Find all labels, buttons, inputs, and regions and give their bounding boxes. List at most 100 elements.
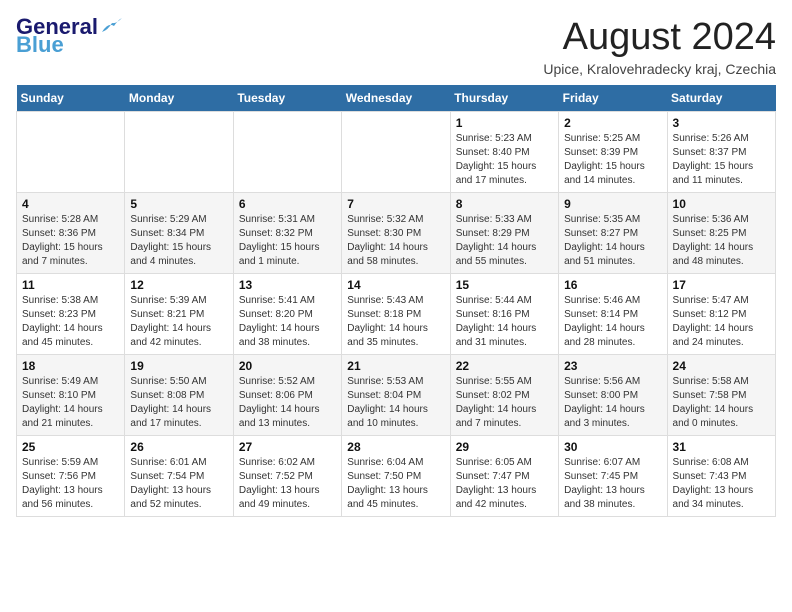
day-number: 28: [347, 440, 444, 454]
calendar-cell: 4Sunrise: 5:28 AMSunset: 8:36 PMDaylight…: [17, 193, 125, 274]
day-number: 17: [673, 278, 770, 292]
day-info: Sunrise: 5:52 AMSunset: 8:06 PMDaylight:…: [239, 375, 336, 431]
calendar-cell: 12Sunrise: 5:39 AMSunset: 8:21 PMDayligh…: [125, 274, 233, 355]
day-number: 13: [239, 278, 336, 292]
calendar-week-row: 1 Sunrise: 5:23 AMSunset: 8:40 PMDaylight…: [17, 112, 776, 193]
day-info: Sunrise: 5:56 AMSunset: 8:00 PMDaylight:…: [564, 375, 661, 431]
calendar-week-row: 11Sunrise: 5:38 AMSunset: 8:23 PMDayligh…: [17, 274, 776, 355]
day-info: Sunrise: 5:59 AMSunset: 7:56 PMDaylight:…: [22, 456, 119, 512]
page-header: General Blue August 2024 Upice, Kraloveh…: [16, 16, 776, 77]
calendar-cell: 7 Sunrise: 5:32 AMSunset: 8:30 PMDaylight…: [342, 193, 450, 274]
day-number: 22: [456, 359, 553, 373]
weekday-header-sunday: Sunday: [17, 85, 125, 112]
calendar-cell: [125, 112, 233, 193]
calendar-cell: 8 Sunrise: 5:33 AMSunset: 8:29 PMDaylight…: [450, 193, 558, 274]
day-number: 1: [456, 116, 553, 130]
day-number: 29: [456, 440, 553, 454]
day-number: 5: [130, 197, 227, 211]
calendar-cell: 3Sunrise: 5:26 AMSunset: 8:37 PMDaylight…: [667, 112, 775, 193]
logo-bird-icon: [100, 18, 122, 36]
day-number: 8: [456, 197, 553, 211]
day-number: 31: [673, 440, 770, 454]
calendar-cell: 22 Sunrise: 5:55 AMSunset: 8:02 PMDayligh…: [450, 355, 558, 436]
calendar-week-row: 18 Sunrise: 5:49 AMSunset: 8:10 PMDayligh…: [17, 355, 776, 436]
day-number: 9: [564, 197, 661, 211]
day-info: Sunrise: 5:53 AMSunset: 8:04 PMDaylight:…: [347, 375, 444, 431]
day-number: 19: [130, 359, 227, 373]
day-info: Sunrise: 5:50 AMSunset: 8:08 PMDaylight:…: [130, 375, 227, 431]
day-info: Sunrise: 5:28 AMSunset: 8:36 PMDaylight:…: [22, 213, 119, 269]
calendar-cell: 9 Sunrise: 5:35 AMSunset: 8:27 PMDaylight…: [559, 193, 667, 274]
day-number: 2: [564, 116, 661, 130]
day-number: 10: [673, 197, 770, 211]
calendar-week-row: 4Sunrise: 5:28 AMSunset: 8:36 PMDaylight…: [17, 193, 776, 274]
calendar-cell: 29 Sunrise: 6:05 AMSunset: 7:47 PMDayligh…: [450, 436, 558, 517]
day-info: Sunrise: 5:55 AMSunset: 8:02 PMDaylight:…: [456, 375, 553, 431]
day-info: Sunrise: 6:01 AMSunset: 7:54 PMDaylight:…: [130, 456, 227, 512]
calendar-week-row: 25 Sunrise: 5:59 AMSunset: 7:56 PMDayligh…: [17, 436, 776, 517]
day-number: 7: [347, 197, 444, 211]
day-info: Sunrise: 5:58 AMSunset: 7:58 PMDaylight:…: [673, 375, 770, 431]
day-info: Sunrise: 6:07 AMSunset: 7:45 PMDaylight:…: [564, 456, 661, 512]
logo: General Blue: [16, 16, 122, 56]
calendar-cell: [233, 112, 341, 193]
weekday-header-thursday: Thursday: [450, 85, 558, 112]
day-number: 12: [130, 278, 227, 292]
calendar-cell: 14 Sunrise: 5:43 AMSunset: 8:18 PMDayligh…: [342, 274, 450, 355]
weekday-header-tuesday: Tuesday: [233, 85, 341, 112]
weekday-header-monday: Monday: [125, 85, 233, 112]
day-number: 20: [239, 359, 336, 373]
day-info: Sunrise: 5:46 AMSunset: 8:14 PMDaylight:…: [564, 294, 661, 350]
calendar-cell: 13Sunrise: 5:41 AMSunset: 8:20 PMDayligh…: [233, 274, 341, 355]
day-info: Sunrise: 5:47 AMSunset: 8:12 PMDaylight:…: [673, 294, 770, 350]
weekday-header-wednesday: Wednesday: [342, 85, 450, 112]
day-info: Sunrise: 5:25 AMSunset: 8:39 PMDaylight:…: [564, 132, 661, 188]
day-number: 21: [347, 359, 444, 373]
calendar-cell: 2 Sunrise: 5:25 AMSunset: 8:39 PMDaylight…: [559, 112, 667, 193]
logo-text-blue: Blue: [16, 34, 64, 56]
day-info: Sunrise: 5:31 AMSunset: 8:32 PMDaylight:…: [239, 213, 336, 269]
calendar-cell: 16 Sunrise: 5:46 AMSunset: 8:14 PMDayligh…: [559, 274, 667, 355]
day-number: 26: [130, 440, 227, 454]
day-number: 30: [564, 440, 661, 454]
calendar-cell: 31 Sunrise: 6:08 AMSunset: 7:43 PMDayligh…: [667, 436, 775, 517]
day-number: 14: [347, 278, 444, 292]
day-number: 16: [564, 278, 661, 292]
day-info: Sunrise: 5:23 AMSunset: 8:40 PMDaylight:…: [456, 132, 553, 188]
calendar-cell: 23 Sunrise: 5:56 AMSunset: 8:00 PMDayligh…: [559, 355, 667, 436]
calendar-cell: 18 Sunrise: 5:49 AMSunset: 8:10 PMDayligh…: [17, 355, 125, 436]
calendar-table: SundayMondayTuesdayWednesdayThursdayFrid…: [16, 85, 776, 517]
weekday-header-row: SundayMondayTuesdayWednesdayThursdayFrid…: [17, 85, 776, 112]
calendar-cell: 6Sunrise: 5:31 AMSunset: 8:32 PMDaylight…: [233, 193, 341, 274]
day-info: Sunrise: 5:26 AMSunset: 8:37 PMDaylight:…: [673, 132, 770, 188]
calendar-cell: 28Sunrise: 6:04 AMSunset: 7:50 PMDayligh…: [342, 436, 450, 517]
day-info: Sunrise: 5:29 AMSunset: 8:34 PMDaylight:…: [130, 213, 227, 269]
weekday-header-saturday: Saturday: [667, 85, 775, 112]
day-info: Sunrise: 5:36 AMSunset: 8:25 PMDaylight:…: [673, 213, 770, 269]
day-number: 27: [239, 440, 336, 454]
day-info: Sunrise: 6:08 AMSunset: 7:43 PMDaylight:…: [673, 456, 770, 512]
calendar-cell: 30 Sunrise: 6:07 AMSunset: 7:45 PMDayligh…: [559, 436, 667, 517]
calendar-cell: 20 Sunrise: 5:52 AMSunset: 8:06 PMDayligh…: [233, 355, 341, 436]
month-title: August 2024: [543, 16, 776, 59]
day-number: 24: [673, 359, 770, 373]
calendar-cell: 1 Sunrise: 5:23 AMSunset: 8:40 PMDaylight…: [450, 112, 558, 193]
day-number: 15: [456, 278, 553, 292]
day-number: 25: [22, 440, 119, 454]
day-info: Sunrise: 5:49 AMSunset: 8:10 PMDaylight:…: [22, 375, 119, 431]
day-number: 23: [564, 359, 661, 373]
day-info: Sunrise: 5:33 AMSunset: 8:29 PMDaylight:…: [456, 213, 553, 269]
day-info: Sunrise: 5:43 AMSunset: 8:18 PMDaylight:…: [347, 294, 444, 350]
calendar-cell: 17 Sunrise: 5:47 AMSunset: 8:12 PMDayligh…: [667, 274, 775, 355]
day-info: Sunrise: 5:32 AMSunset: 8:30 PMDaylight:…: [347, 213, 444, 269]
day-info: Sunrise: 5:35 AMSunset: 8:27 PMDaylight:…: [564, 213, 661, 269]
calendar-cell: 5 Sunrise: 5:29 AMSunset: 8:34 PMDaylight…: [125, 193, 233, 274]
day-info: Sunrise: 6:05 AMSunset: 7:47 PMDaylight:…: [456, 456, 553, 512]
day-info: Sunrise: 5:44 AMSunset: 8:16 PMDaylight:…: [456, 294, 553, 350]
calendar-cell: 26 Sunrise: 6:01 AMSunset: 7:54 PMDayligh…: [125, 436, 233, 517]
day-number: 18: [22, 359, 119, 373]
calendar-cell: 25 Sunrise: 5:59 AMSunset: 7:56 PMDayligh…: [17, 436, 125, 517]
calendar-cell: [342, 112, 450, 193]
calendar-cell: [17, 112, 125, 193]
calendar-cell: 27Sunrise: 6:02 AMSunset: 7:52 PMDayligh…: [233, 436, 341, 517]
